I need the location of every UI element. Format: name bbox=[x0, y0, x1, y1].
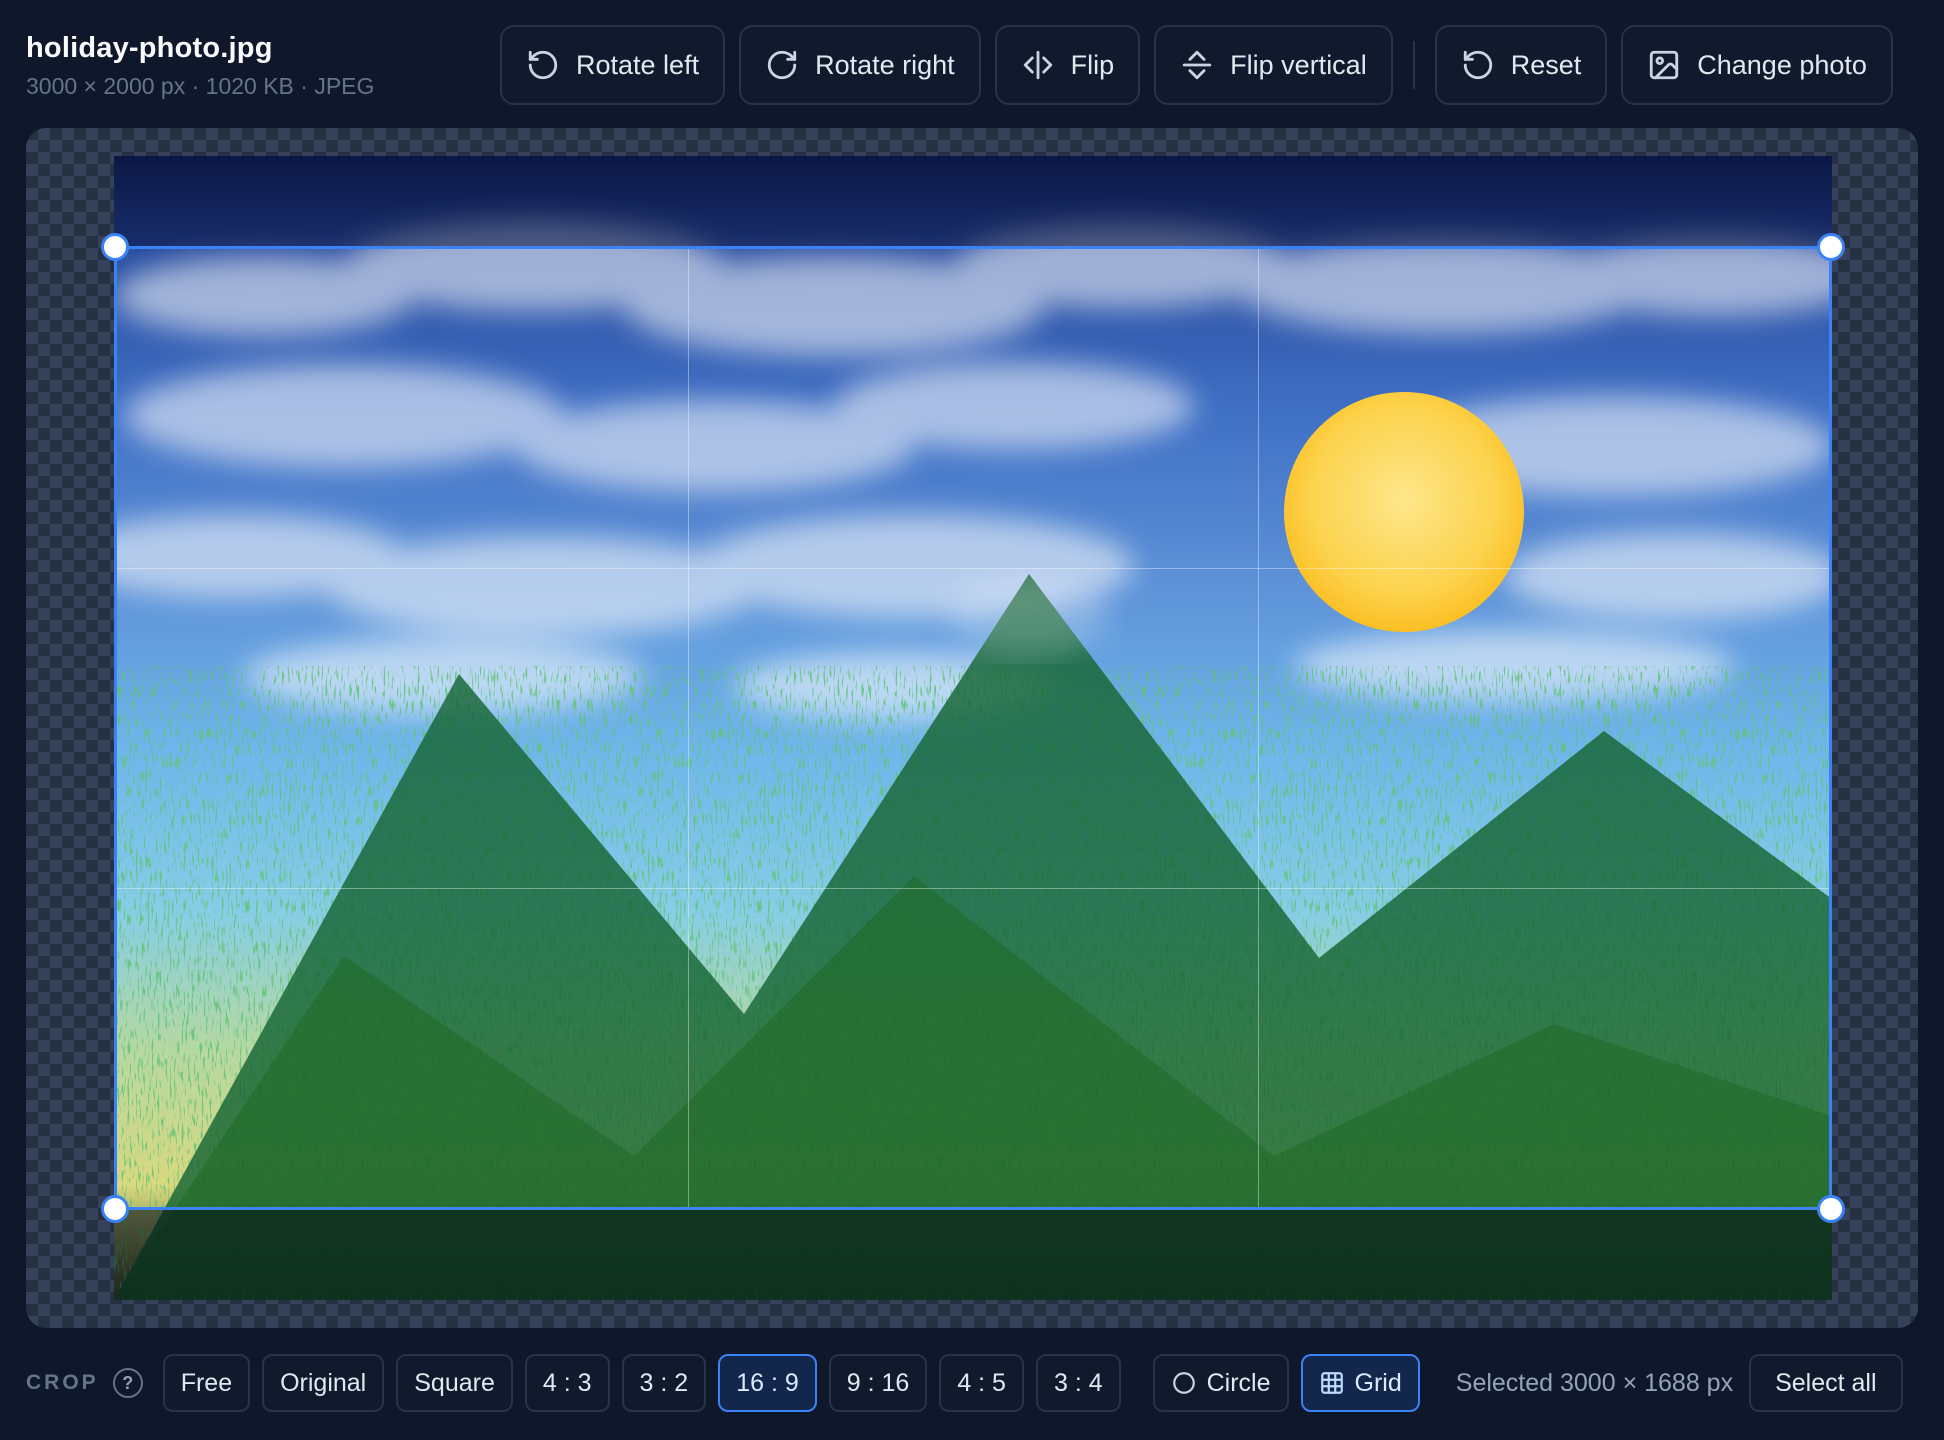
grid-icon bbox=[1320, 1372, 1343, 1394]
toolbar: Rotate left Rotate right Flip Flip verti… bbox=[500, 25, 1893, 105]
crop-canvas[interactable] bbox=[26, 128, 1918, 1328]
change-photo-button[interactable]: Change photo bbox=[1621, 25, 1893, 105]
photo bbox=[101, 156, 1845, 1300]
crop-selection[interactable] bbox=[101, 233, 1845, 1223]
ratio-16-9[interactable]: 16 : 9 bbox=[718, 1354, 817, 1412]
crop-handle-bottom-right[interactable] bbox=[1817, 1195, 1845, 1223]
crop-overlay-bottom bbox=[114, 1210, 1832, 1300]
circle-toggle[interactable]: Circle bbox=[1152, 1354, 1289, 1412]
help-icon[interactable]: ? bbox=[112, 1368, 143, 1398]
file-name: holiday-photo.jpg bbox=[26, 32, 273, 64]
ratio-original[interactable]: Original bbox=[262, 1354, 385, 1412]
ratio-4-3[interactable]: 4 : 3 bbox=[524, 1354, 610, 1412]
reset-label: Reset bbox=[1510, 49, 1582, 80]
crop-controls: CROP ? Free Original Square 4 : 3 3 : 2 … bbox=[26, 1354, 1918, 1412]
crop-label: CROP bbox=[26, 1371, 99, 1394]
rotate-right-button[interactable]: Rotate right bbox=[739, 25, 981, 105]
ratio-free[interactable]: Free bbox=[162, 1354, 251, 1412]
grid-line bbox=[117, 887, 1829, 889]
crop-handle-top-left[interactable] bbox=[101, 233, 129, 261]
aspect-ratio-group: Free Original Square 4 : 3 3 : 2 16 : 9 … bbox=[162, 1354, 1121, 1412]
rotate-left-label: Rotate left bbox=[576, 49, 700, 80]
flip-button[interactable]: Flip bbox=[994, 25, 1141, 105]
rotate-left-icon bbox=[528, 50, 558, 80]
crop-overlay-top bbox=[114, 156, 1832, 246]
ratio-9-16[interactable]: 9 : 16 bbox=[828, 1354, 928, 1412]
ratio-4-5[interactable]: 4 : 5 bbox=[939, 1354, 1024, 1412]
flip-vertical-icon bbox=[1183, 50, 1212, 80]
grid-toggle[interactable]: Grid bbox=[1300, 1354, 1420, 1412]
change-photo-label: Change photo bbox=[1697, 49, 1867, 80]
image-icon bbox=[1650, 50, 1679, 80]
select-all-button[interactable]: Select all bbox=[1749, 1354, 1903, 1412]
flip-icon bbox=[1023, 50, 1052, 80]
rotate-right-icon bbox=[767, 50, 797, 80]
ratio-3-4[interactable]: 3 : 4 bbox=[1035, 1354, 1121, 1412]
file-info: holiday-photo.jpg 3000 × 2000 px · 1020 … bbox=[26, 32, 374, 100]
grid-line bbox=[117, 568, 1829, 570]
toolbar-divider bbox=[1412, 41, 1415, 89]
circle-icon bbox=[1172, 1372, 1195, 1394]
crop-tools: Circle Grid bbox=[1152, 1354, 1420, 1412]
rotate-left-button[interactable]: Rotate left bbox=[500, 25, 726, 105]
ratio-3-2[interactable]: 3 : 2 bbox=[621, 1354, 707, 1412]
selection-size: Selected 3000 × 1688 px bbox=[1455, 1368, 1734, 1397]
grid-line bbox=[1258, 249, 1260, 1207]
flip-label: Flip bbox=[1070, 49, 1115, 80]
ratio-square[interactable]: Square bbox=[396, 1354, 513, 1412]
grid-label: Grid bbox=[1354, 1368, 1402, 1397]
crop-handle-top-right[interactable] bbox=[1817, 233, 1845, 261]
circle-label: Circle bbox=[1206, 1368, 1271, 1397]
crop-handle-bottom-left[interactable] bbox=[101, 1195, 129, 1223]
reset-icon bbox=[1463, 50, 1492, 80]
flip-vertical-label: Flip vertical bbox=[1230, 49, 1367, 80]
flip-vertical-button[interactable]: Flip vertical bbox=[1154, 25, 1393, 105]
grid-line bbox=[687, 249, 689, 1207]
rotate-right-label: Rotate right bbox=[815, 49, 955, 80]
file-meta: 3000 × 2000 px · 1020 KB · JPEG bbox=[26, 73, 375, 99]
reset-button[interactable]: Reset bbox=[1434, 25, 1608, 105]
